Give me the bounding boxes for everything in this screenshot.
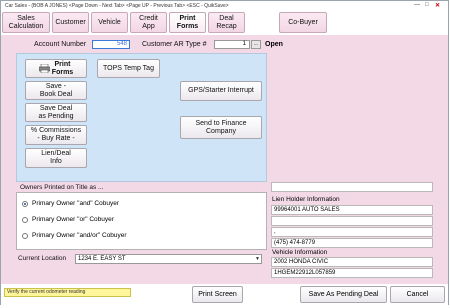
- save-deal-pending-button[interactable]: Save Deal as Pending: [25, 103, 87, 122]
- vehicle-info-line: 2002 HONDA CIVIC: [271, 257, 433, 267]
- lien-holder-phone: (475) 474-8779: [271, 238, 433, 248]
- chevron-down-icon[interactable]: ▼: [255, 255, 260, 263]
- account-number-label: Account Number: [34, 41, 87, 48]
- vehicle-vin: 1HGEM22912L057859: [271, 268, 433, 278]
- tab-print-forms[interactable]: Print Forms: [169, 12, 206, 33]
- account-number-field[interactable]: 548: [92, 40, 130, 49]
- save-as-pending-deal-button[interactable]: Save As Pending Deal: [300, 286, 387, 303]
- save-pending-label: Save As Pending Deal: [308, 291, 379, 298]
- current-location-label: Current Location: [18, 255, 67, 262]
- print-screen-label: Print Screen: [198, 291, 237, 298]
- gps-starter-label: GPS/Starter Interrupt: [188, 87, 254, 94]
- window-title: Car Sales - (BOB A JONES) <Page Down - N…: [1, 1, 448, 11]
- commissions-button[interactable]: % Commissions - Buy Rate -: [25, 125, 87, 145]
- tab-label: Print Forms: [176, 15, 199, 30]
- car-sales-window: Car Sales - (BOB A JONES) <Page Down - N…: [0, 0, 449, 305]
- radio-or[interactable]: [22, 216, 28, 223]
- lien-deal-info-button[interactable]: Lien/Deal Info: [25, 148, 87, 168]
- tab-label: Sales Calculation: [8, 15, 44, 30]
- current-location-value: 1234 E. EASY ST: [78, 256, 126, 262]
- send-to-finance-label: Send to Finance Company: [195, 119, 247, 135]
- ar-type-lookup-button[interactable]: ...: [251, 40, 261, 49]
- lien-holder-label: Lien Holder Information: [272, 196, 340, 203]
- tops-temp-tag-button[interactable]: TOPS Temp Tag: [97, 59, 160, 78]
- tab-label: Deal Recap: [216, 15, 237, 30]
- lien-holder-line: ,: [271, 227, 433, 237]
- print-forms-label: Print Forms: [51, 60, 74, 76]
- tab-co-buyer[interactable]: Co-Buyer: [279, 12, 327, 33]
- tab-bar: Sales Calculation Customer Vehicle Credit…: [1, 11, 448, 34]
- radio-and[interactable]: [22, 200, 28, 207]
- owners-title-options: Primary Owner "and" Cobuyer Primary Owne…: [16, 192, 267, 250]
- tab-credit-app[interactable]: Credit App: [130, 12, 167, 33]
- lien-deal-info-label: Lien/Deal Info: [41, 150, 71, 165]
- tops-temp-tag-label: TOPS Temp Tag: [103, 64, 154, 72]
- tab-vehicle[interactable]: Vehicle: [91, 12, 128, 33]
- tab-label: Customer: [55, 18, 86, 26]
- owner-option-or[interactable]: Primary Owner "or" Cobuyer: [22, 216, 114, 223]
- send-to-finance-button[interactable]: Send to Finance Company: [180, 116, 262, 139]
- save-book-deal-label: Save - Book Deal: [39, 82, 73, 98]
- current-location-select[interactable]: 1234 E. EASY ST ▼: [75, 254, 262, 264]
- tab-label: Credit App: [139, 15, 158, 30]
- deal-status: Open: [265, 41, 283, 48]
- save-book-deal-button[interactable]: Save - Book Deal: [25, 81, 87, 100]
- tab-deal-recap[interactable]: Deal Recap: [208, 12, 245, 33]
- printer-icon: [38, 64, 50, 73]
- commissions-label: % Commissions - Buy Rate -: [30, 127, 82, 142]
- radio-and-or[interactable]: [22, 232, 28, 239]
- cancel-label: Cancel: [406, 291, 429, 298]
- print-forms-button[interactable]: Print Forms: [25, 59, 87, 78]
- save-deal-pending-label: Save Deal as Pending: [38, 104, 74, 120]
- status-message: Verify the current odometer reading: [4, 288, 131, 297]
- blank-info-field: [271, 182, 433, 192]
- print-screen-button[interactable]: Print Screen: [192, 286, 243, 303]
- owner-option-label: Primary Owner "and/or" Cobuyer: [32, 232, 127, 239]
- owner-option-and-or[interactable]: Primary Owner "and/or" Cobuyer: [22, 232, 127, 239]
- ar-type-label: Customer AR Type #: [142, 41, 207, 48]
- lien-holder-line: 99964001 AUTO SALES: [271, 205, 433, 215]
- owner-option-label: Primary Owner "or" Cobuyer: [32, 216, 114, 223]
- close-icon[interactable]: ✕: [435, 2, 440, 9]
- minimize-icon[interactable]: —: [414, 2, 420, 8]
- owners-title: Owners Printed on Title as ...: [20, 184, 104, 191]
- tab-label: Vehicle: [98, 18, 121, 26]
- tab-sales-calculation[interactable]: Sales Calculation: [2, 12, 50, 33]
- tab-customer[interactable]: Customer: [52, 12, 89, 33]
- cancel-button[interactable]: Cancel: [390, 286, 445, 303]
- owner-option-label: Primary Owner "and" Cobuyer: [32, 200, 119, 207]
- maximize-icon[interactable]: □: [425, 2, 429, 8]
- lien-holder-line: [271, 216, 433, 226]
- tab-label: Co-Buyer: [288, 18, 318, 26]
- owner-option-and[interactable]: Primary Owner "and" Cobuyer: [22, 200, 119, 207]
- vehicle-info-label: Vehicle Information: [272, 249, 328, 256]
- ar-type-field[interactable]: 1: [214, 40, 250, 49]
- gps-starter-interrupt-button[interactable]: GPS/Starter Interrupt: [180, 81, 262, 101]
